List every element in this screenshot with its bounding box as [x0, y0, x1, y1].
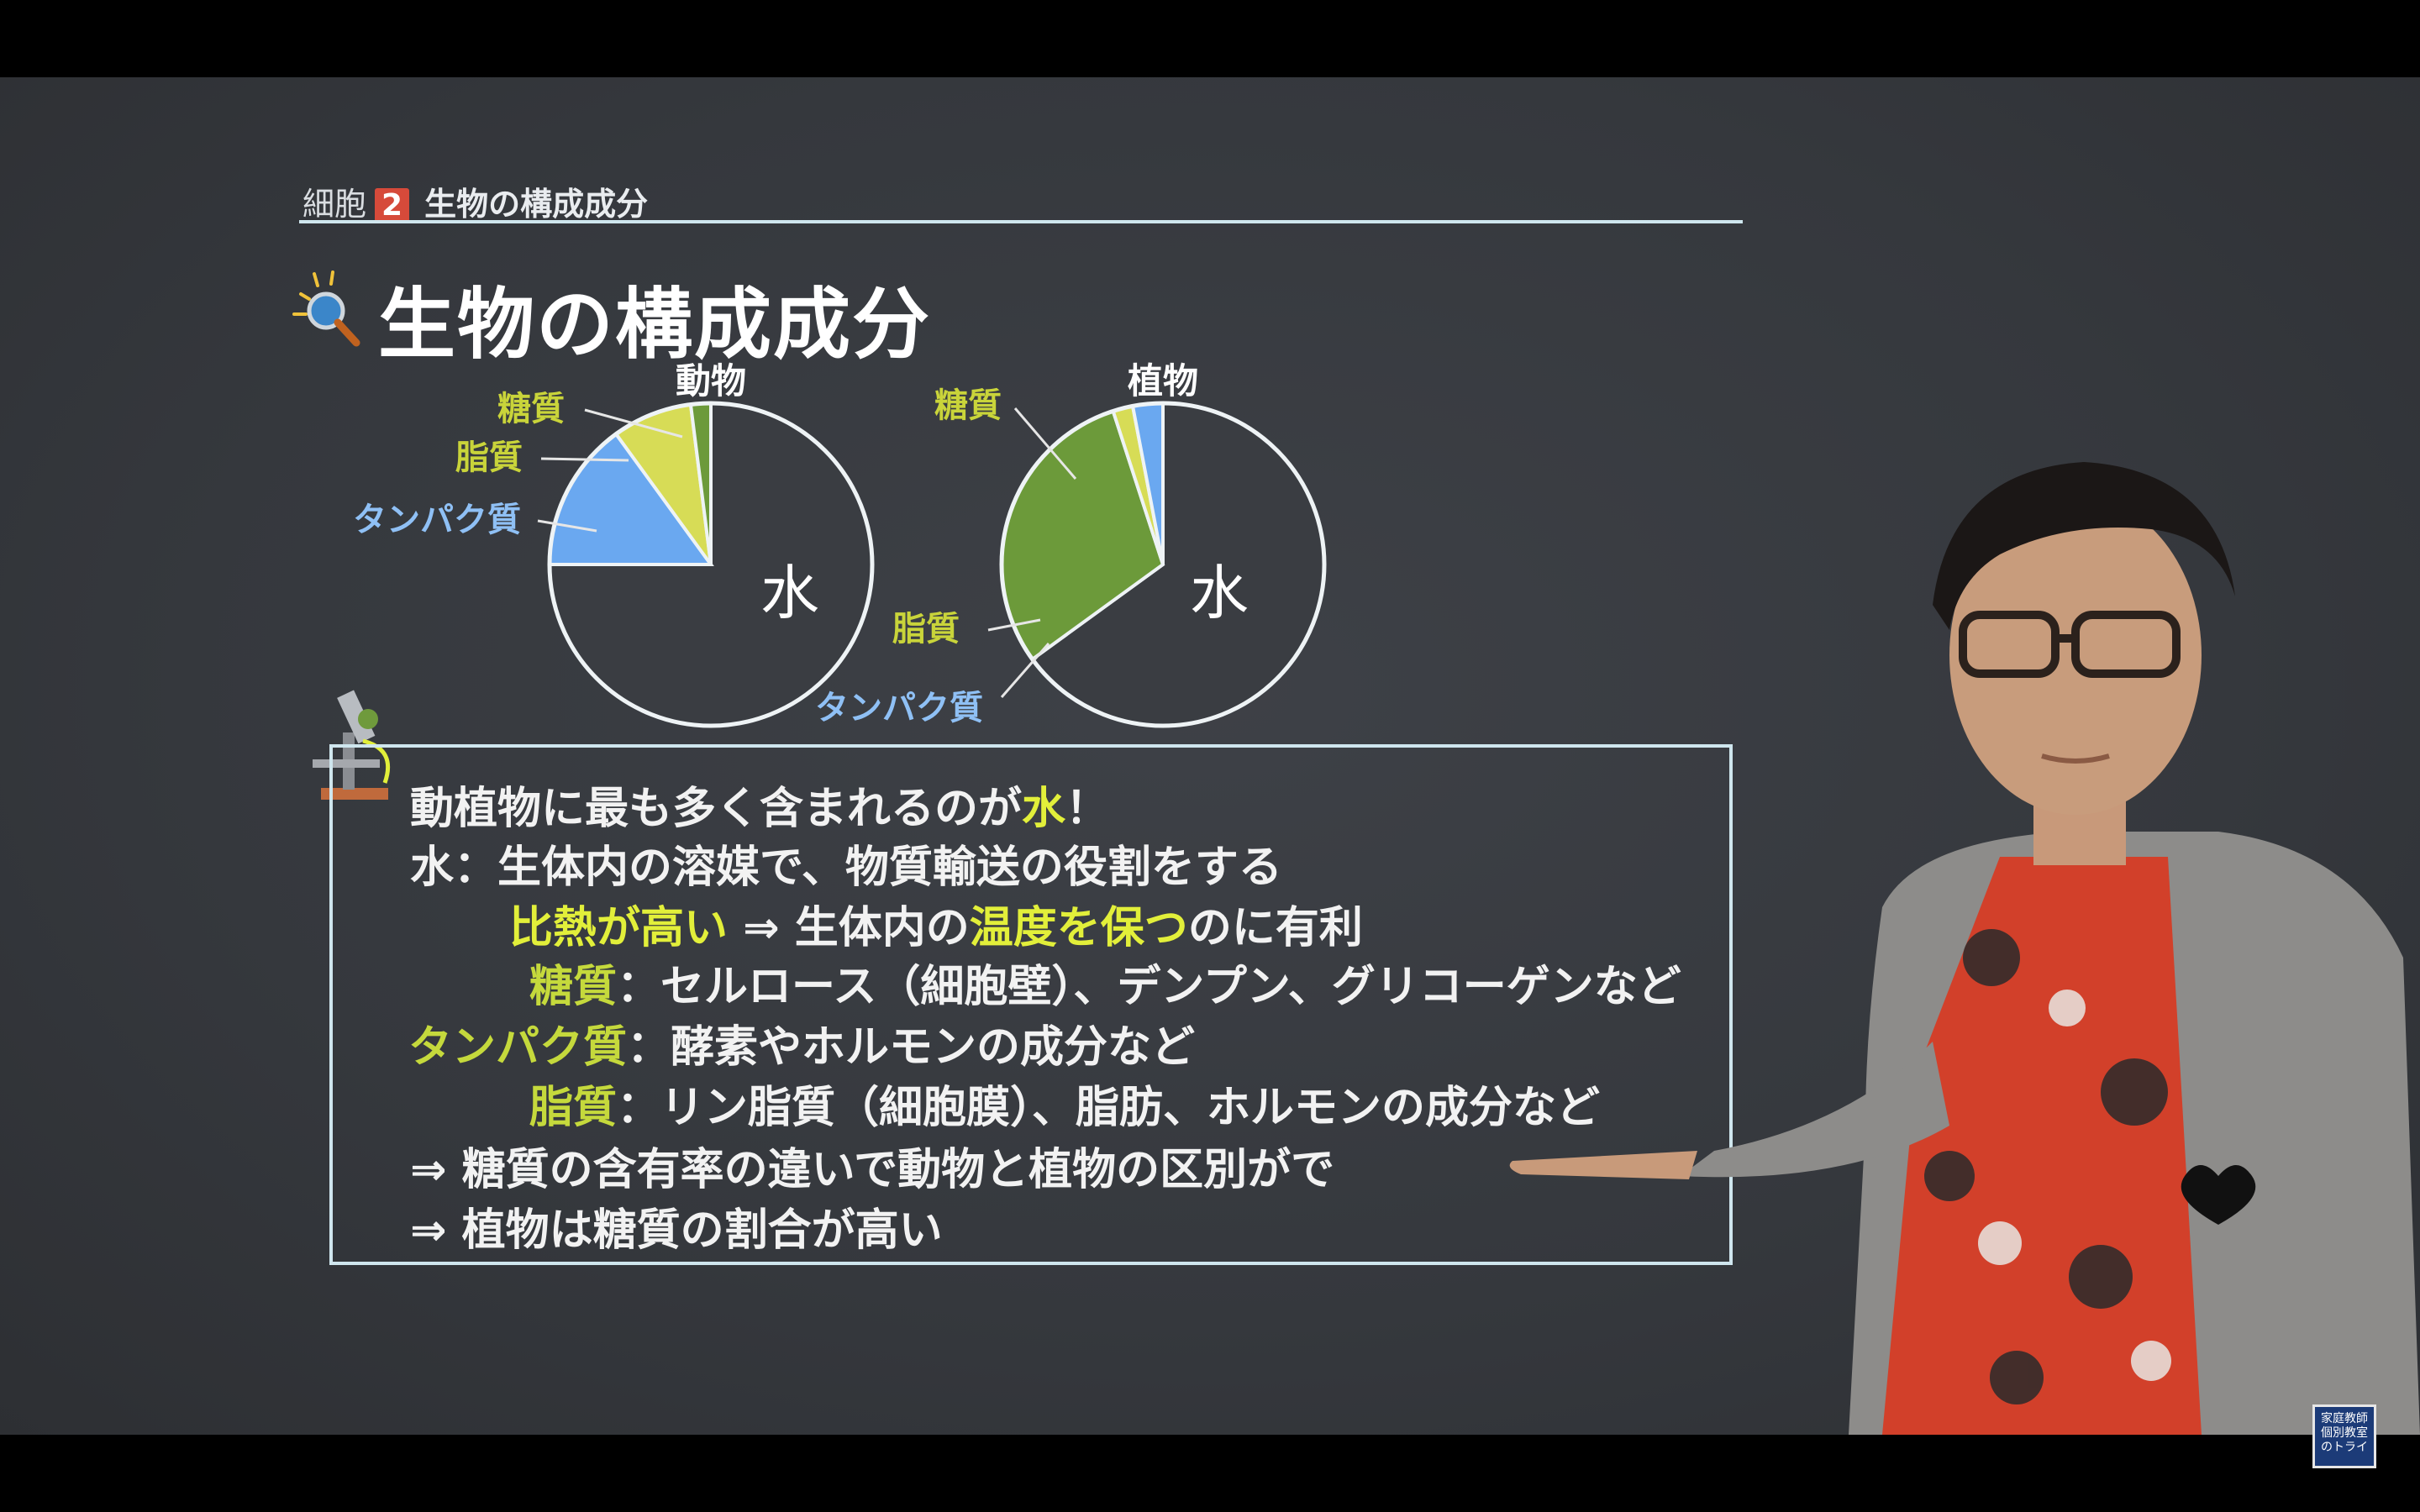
breadcrumb: 細胞 2 生物の構成成分	[302, 178, 648, 224]
presenter-pointing-hand	[1509, 1151, 1697, 1179]
plant-protein-label: タンパク質	[815, 689, 983, 727]
note-line-7: ⇒ 糖質の含有率の違いで動物と植物の区別がで	[410, 1145, 1335, 1195]
animal-sugar-label: 糖質	[497, 390, 565, 428]
letterbox-bottom	[0, 1435, 2420, 1512]
magnifier-icon	[292, 270, 360, 347]
note-5-term: タンパク質	[408, 1022, 628, 1073]
section-name: 細胞	[302, 186, 367, 223]
video-frame: 細胞 2 生物の構成成分 生物の構成成分 動物 植物 水 水 糖質 脂質 タンパク質…	[0, 0, 2420, 1512]
animal-pie	[547, 401, 875, 728]
note-3-highlight-1: 比熱が高い	[509, 903, 729, 953]
note-line-1: 動植物に最も多く含まれるのが水！	[410, 773, 1109, 836]
logo-line-1: 家庭教師	[2321, 1412, 2368, 1425]
header-rule	[299, 220, 1743, 223]
letterbox-top	[0, 0, 2420, 77]
note-line-3: 比熱が高い ⇒ 生体内の温度を保つのに有利	[509, 892, 1363, 955]
channel-logo: 家庭教師 個別教室 のトライ	[2312, 1404, 2376, 1468]
logo-line-3: のトライ	[2321, 1441, 2368, 1454]
note-1-text: 動植物に最も多く含まれるのが	[410, 784, 1023, 834]
plant-pie-title: 植物	[1128, 360, 1198, 402]
animal-lipid-leader	[540, 457, 629, 462]
note-line-8: ⇒ 植物は糖質の割合が高い	[410, 1205, 943, 1256]
presenter-figure	[1509, 462, 2420, 1435]
animal-lipid-label: 脂質	[455, 438, 523, 477]
note-3-end: のに有利	[1187, 903, 1363, 953]
note-3-mid: ⇒ 生体内の	[728, 903, 970, 953]
logo-line-2: 個別教室	[2321, 1426, 2368, 1440]
plant-sugar-label: 糖質	[934, 386, 1002, 425]
note-line-2: 水：生体内の溶媒で、物質輸送の役割をする	[410, 843, 1282, 893]
section-number: 2	[375, 188, 410, 223]
plant-pie	[999, 401, 1327, 728]
plant-water-label: 水	[1190, 559, 1249, 627]
section-title: 生物の構成成分	[424, 186, 649, 223]
animal-water-label: 水	[760, 559, 819, 627]
animal-pie-title: 動物	[676, 360, 746, 402]
pie-charts: 動物 植物 水 水 糖質 脂質 タンパク質 糖質 脂質 タンパク質	[353, 360, 1327, 728]
note-1-highlight: 水	[1022, 784, 1066, 834]
note-line-5: タンパク質：酵素やホルモンの成分など	[408, 1011, 1195, 1074]
note-1-end: ！	[1065, 784, 1110, 834]
plant-lipid-label: 脂質	[892, 610, 960, 648]
note-3-highlight-2: 温度を保つ	[969, 903, 1188, 953]
note-5-text: ：酵素やホルモンの成分など	[627, 1022, 1196, 1073]
animal-protein-label: タンパク質	[353, 501, 521, 539]
note-6-term: 脂質	[529, 1083, 618, 1133]
note-4-term: 糖質	[529, 962, 618, 1012]
